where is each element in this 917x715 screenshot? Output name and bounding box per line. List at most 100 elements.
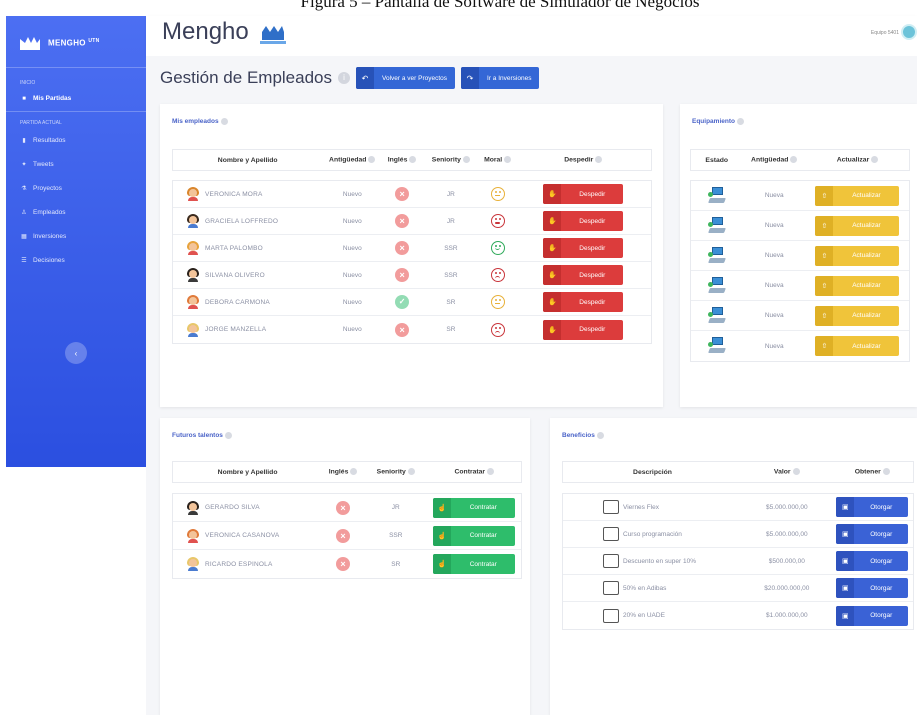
page: Figura 5 – Pantalla de Software de Simul… <box>0 0 917 715</box>
equipment-antiguedad: Nueva <box>764 192 784 199</box>
employees-table: VERONICA MORA Nuevo × JR ✋ Despedir GRACI… <box>172 180 652 344</box>
table-row: MARTA PALOMBO Nuevo × SSR ✋ Despedir <box>173 235 651 262</box>
info-icon[interactable] <box>790 156 798 164</box>
table-row: Nueva ⇧ Actualizar <box>691 331 909 361</box>
grant-benefit-button[interactable]: ▣ Otorgar <box>836 578 909 598</box>
mood-sad-icon <box>490 268 505 282</box>
sidebar-item-inversiones[interactable]: ▦ Inversiones <box>6 224 146 248</box>
grant-benefit-button[interactable]: ▣ Otorgar <box>836 524 909 544</box>
fire-employee-button[interactable]: ✋ Despedir <box>543 211 624 231</box>
column-header: Nombre y Apellido <box>217 468 278 476</box>
table-row: Viernes Flex $5.000.000,00 ▣ Otorgar <box>563 494 913 521</box>
grant-benefit-button[interactable]: ▣ Otorgar <box>836 551 909 571</box>
column-header: Inglés <box>322 468 364 476</box>
upgrade-equipment-button[interactable]: ⇧ Actualizar <box>815 275 900 296</box>
grant-benefit-button[interactable]: ▣ Otorgar <box>836 497 909 517</box>
chart-icon: ▮ <box>22 137 26 144</box>
info-icon[interactable] <box>736 118 744 125</box>
benefits-card: Beneficios Descripción Valor Obtener Viern… <box>550 418 917 715</box>
info-icon[interactable] <box>792 468 800 476</box>
fire-employee-button[interactable]: ✋ Despedir <box>543 265 624 285</box>
hire-candidate-button[interactable]: ☝ Contratar <box>433 525 516 546</box>
sidebar-item-mis-partidas[interactable]: ■ Mis Partidas <box>6 88 146 112</box>
info-icon[interactable] <box>224 432 232 439</box>
benefit-description: Descuento en super 10% <box>623 557 696 565</box>
table-row: 50% en Adibas $20.000.000,00 ▣ Otorgar <box>563 575 913 602</box>
arrow-forward-icon: ↷ <box>461 67 480 89</box>
fire-employee-button[interactable]: ✋ Despedir <box>543 184 624 204</box>
benefit-icon <box>603 527 619 541</box>
brand-name: MENGHO UTN <box>48 37 100 48</box>
employee-name: MARTA PALOMBO <box>205 244 263 252</box>
user-name[interactable]: Equipo 5401 <box>871 30 899 36</box>
equipment-antiguedad: Nueva <box>764 222 784 229</box>
sidebar-item-decisiones[interactable]: ☰ Decisiones <box>6 248 146 272</box>
fire-employee-button[interactable]: ✋ Despedir <box>543 238 624 258</box>
benefit-description: Curso programación <box>623 530 682 538</box>
sidebar-toggle-button[interactable]: ‹ <box>65 342 87 364</box>
employee-antiguedad: Nuevo <box>342 298 362 306</box>
info-icon[interactable] <box>871 156 879 164</box>
twitter-icon: ✦ <box>21 161 27 168</box>
info-icon[interactable] <box>487 468 495 476</box>
go-to-investments-button[interactable]: ↷ Ir a Inversiones <box>461 67 540 89</box>
computer-icon <box>707 246 726 266</box>
table-row: Curso programación $5.000.000,00 ▣ Otorga… <box>563 521 913 548</box>
info-icon[interactable] <box>462 156 470 164</box>
info-icon[interactable] <box>409 156 417 164</box>
person-avatar-icon <box>187 187 199 201</box>
sidebar: MENGHO UTN INICIO ■ Mis Partidas PARTIDA… <box>6 16 146 467</box>
sidebar-item-resultados[interactable]: ▮ Resultados <box>6 128 146 152</box>
benefit-description: Viernes Flex <box>623 503 660 511</box>
sidebar-item-tweets[interactable]: ✦ Tweets <box>6 152 146 176</box>
info-icon[interactable] <box>882 468 890 476</box>
talents-card: Futuros talentos Nombre y Apellido Inglés… <box>160 418 530 715</box>
sidebar-item-proyectos[interactable]: ⚗ Proyectos <box>6 176 146 200</box>
person-avatar-icon <box>187 214 199 228</box>
thumbs-down-icon: ✋ <box>543 319 562 340</box>
app-title: Mengho <box>162 18 249 45</box>
upgrade-equipment-button[interactable]: ⇧ Actualizar <box>815 336 900 356</box>
x-icon: × <box>395 241 410 255</box>
table-row: GRACIELA LOFFREDO Nuevo × JR ✋ Despedir <box>173 208 651 235</box>
computer-icon <box>707 276 726 296</box>
thumbs-down-icon: ✋ <box>543 184 562 204</box>
figure-caption: Figura 5 – Pantalla de Software de Simul… <box>300 0 700 11</box>
column-header: Seniority <box>364 468 428 476</box>
info-icon[interactable] <box>220 118 228 125</box>
back-to-projects-button[interactable]: ↶ Volver a ver Proyectos <box>356 67 456 89</box>
sidebar-item-empleados[interactable]: ♙ Empleados <box>6 200 146 224</box>
info-icon[interactable] <box>595 156 603 164</box>
info-icon[interactable] <box>504 156 512 164</box>
fire-employee-button[interactable]: ✋ Despedir <box>543 319 624 340</box>
benefit-value: $500.000,00 <box>768 557 805 565</box>
upgrade-equipment-button[interactable]: ⇧ Actualizar <box>815 305 900 326</box>
sidebar-brand[interactable]: MENGHO UTN <box>6 16 146 68</box>
grant-benefit-button[interactable]: ▣ Otorgar <box>836 605 909 626</box>
user-avatar[interactable] <box>901 24 917 40</box>
x-icon: × <box>336 557 351 571</box>
info-icon[interactable]: i <box>338 72 350 84</box>
hire-candidate-button[interactable]: ☝ Contratar <box>433 497 516 518</box>
benefits-table: Viernes Flex $5.000.000,00 ▣ Otorgar Curs… <box>562 493 914 630</box>
benefit-value: $1.000.000,00 <box>766 612 808 619</box>
upgrade-equipment-button[interactable]: ⇧ Actualizar <box>815 185 900 206</box>
upgrade-equipment-button[interactable]: ⇧ Actualizar <box>815 215 900 236</box>
info-icon[interactable] <box>350 468 358 476</box>
info-icon[interactable] <box>407 468 415 476</box>
talents-table: GERARDO SILVA × JR ☝ Contratar VERONICA C… <box>172 493 522 579</box>
table-row: DEBORA CARMONA Nuevo ✓ SR ✋ Despedir <box>173 289 651 316</box>
equipment-antiguedad: Nueva <box>764 342 784 350</box>
column-header: Contratar <box>428 468 521 476</box>
equipment-antiguedad: Nueva <box>764 252 784 259</box>
table-row: Nueva ⇧ Actualizar <box>691 211 909 241</box>
info-icon[interactable] <box>596 432 604 439</box>
candidate-name: VERONICA CASANOVA <box>205 532 280 539</box>
info-icon[interactable] <box>368 156 376 164</box>
person-avatar-icon <box>187 322 199 337</box>
fire-employee-button[interactable]: ✋ Despedir <box>543 292 624 312</box>
benefit-value: $20.000.000,00 <box>764 584 810 592</box>
employee-name: SILVANA OLIVERO <box>205 271 265 279</box>
upgrade-equipment-button[interactable]: ⇧ Actualizar <box>815 245 900 266</box>
hire-candidate-button[interactable]: ☝ Contratar <box>433 554 516 574</box>
